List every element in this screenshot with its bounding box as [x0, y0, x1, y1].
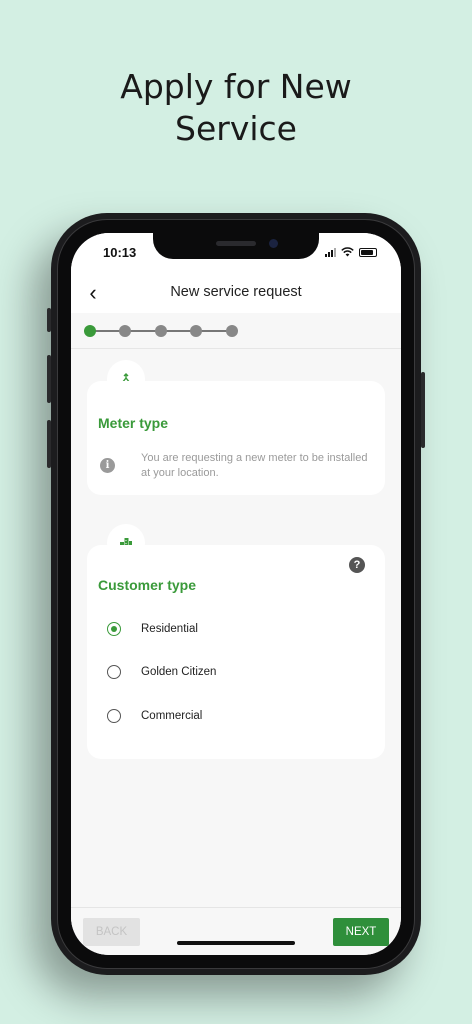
wifi-icon: [341, 247, 354, 257]
meter-type-card: Meter type i You are requesting a new me…: [87, 381, 385, 495]
page-title: New service request: [170, 284, 302, 300]
radio-option-commercial[interactable]: Commercial: [107, 705, 202, 727]
step-1-dot: [84, 325, 96, 337]
customer-type-card: ? Customer type Residential Golden Citiz…: [87, 545, 385, 759]
app-bar: ‹ New service request: [71, 273, 401, 313]
app-screen: 10:13 ‹ New service request Meter type i…: [71, 233, 401, 955]
bottom-action-bar: BACK NEXT: [71, 907, 401, 955]
next-button[interactable]: NEXT: [333, 918, 389, 946]
notch-speaker: [216, 241, 256, 246]
customer-type-title: Customer type: [98, 577, 197, 593]
phone-mute-switch: [47, 308, 51, 332]
phone-power-button: [421, 372, 425, 448]
radio-option-residential[interactable]: Residential: [107, 618, 198, 640]
help-icon[interactable]: ?: [349, 557, 365, 573]
back-button[interactable]: BACK: [83, 918, 140, 946]
meter-type-info-text: You are requesting a new meter to be ins…: [141, 452, 368, 479]
meter-type-title: Meter type: [98, 415, 169, 431]
step-4-dot: [190, 325, 202, 337]
headline-line-1: Apply for New: [120, 67, 352, 106]
info-icon: i: [100, 458, 115, 473]
phone-volume-up: [47, 355, 51, 403]
radio-button[interactable]: [107, 709, 121, 723]
battery-icon: [359, 248, 377, 257]
promo-headline: Apply for New Service: [0, 66, 472, 150]
home-indicator[interactable]: [177, 941, 295, 945]
radio-button[interactable]: [107, 622, 121, 636]
step-3-dot: [155, 325, 167, 337]
step-5-dot: [226, 325, 238, 337]
radio-button[interactable]: [107, 665, 121, 679]
phone-volume-down: [47, 420, 51, 468]
cellular-signal-icon: [325, 248, 336, 257]
radio-label: Golden Citizen: [141, 666, 217, 678]
radio-label: Residential: [141, 623, 198, 635]
progress-stepper: [71, 315, 401, 349]
status-icons: [325, 247, 377, 257]
radio-option-golden-citizen[interactable]: Golden Citizen: [107, 661, 216, 683]
headline-line-2: Service: [175, 109, 297, 148]
front-camera: [269, 239, 278, 248]
phone-notch: [153, 233, 319, 259]
step-2-dot: [119, 325, 131, 337]
status-time: 10:13: [103, 245, 137, 260]
radio-label: Commercial: [141, 710, 203, 722]
